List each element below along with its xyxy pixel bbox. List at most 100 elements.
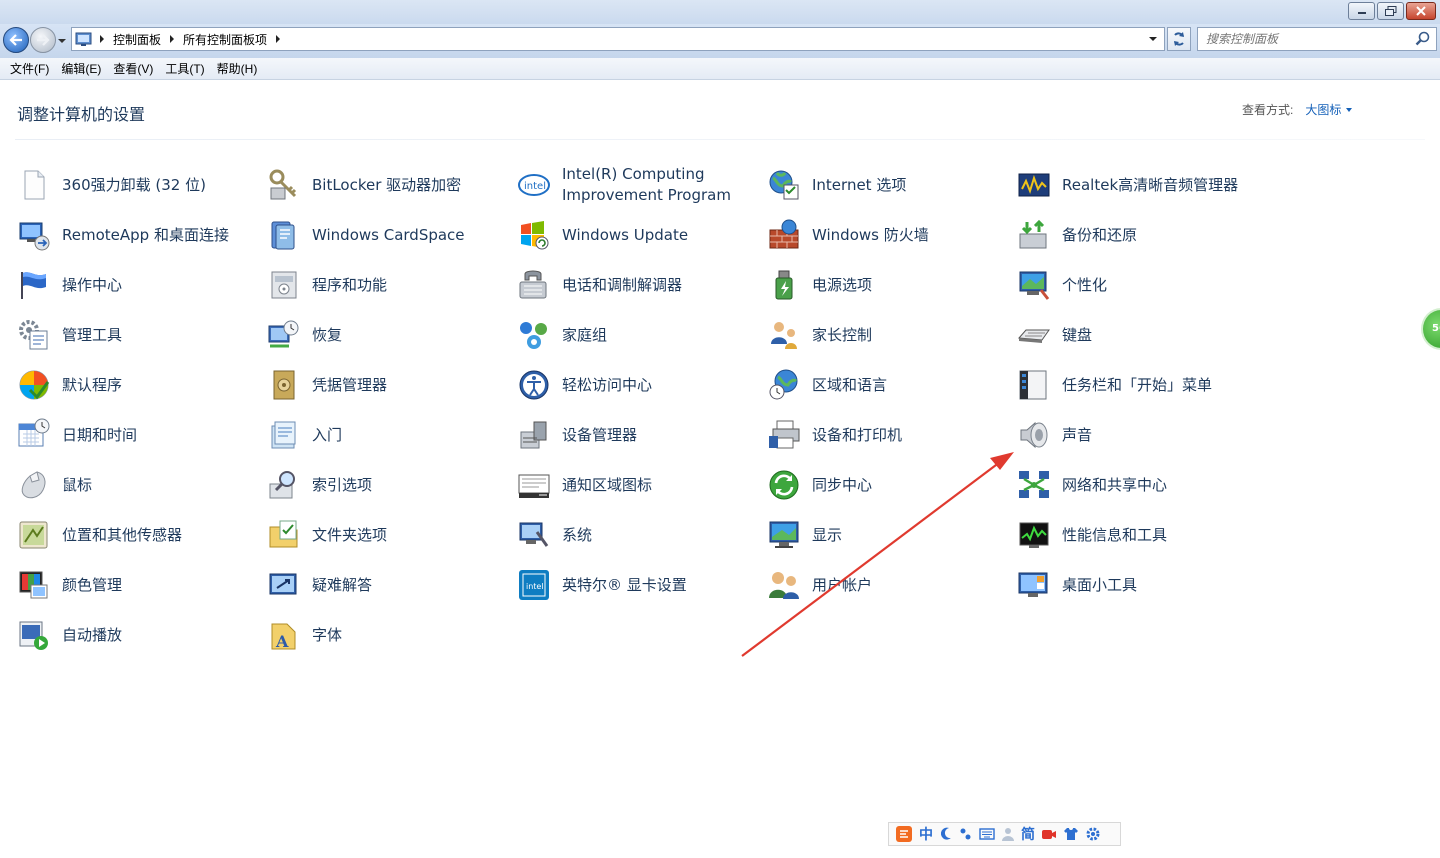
- menu-file[interactable]: 文件(F): [4, 59, 55, 79]
- control-panel-item[interactable]: 桌面小工具: [1000, 565, 1240, 605]
- svg-text:intel: intel: [524, 181, 546, 192]
- control-panel-item-label: 程序和功能: [312, 275, 388, 294]
- control-panel-item-label: 文件夹选项: [312, 525, 388, 544]
- search-input[interactable]: [1198, 29, 1415, 49]
- breadcrumb-control-panel[interactable]: 控制面板: [113, 31, 161, 48]
- moon-icon[interactable]: [939, 826, 953, 842]
- control-panel-item[interactable]: 显示: [750, 515, 990, 555]
- forward-button[interactable]: [30, 27, 56, 53]
- control-panel-item[interactable]: 设备管理器: [500, 415, 740, 455]
- ime-chinese-mode[interactable]: 中: [919, 824, 933, 844]
- recent-pages-dropdown[interactable]: [57, 33, 67, 47]
- chevron-down-icon: [58, 39, 66, 43]
- menu-help[interactable]: 帮助(H): [211, 59, 264, 79]
- breadcrumb-all-items[interactable]: 所有控制面板项: [183, 31, 267, 48]
- control-panel-item[interactable]: 系统: [500, 515, 740, 555]
- control-panel-item[interactable]: 鼠标: [0, 465, 240, 505]
- control-panel-item[interactable]: Windows Update: [500, 215, 740, 255]
- skin-shirt-icon[interactable]: [1063, 827, 1079, 841]
- fonts-folder-icon: A: [267, 618, 301, 652]
- view-by-label: 查看方式:: [1242, 103, 1294, 117]
- control-panel-item[interactable]: 日期和时间: [0, 415, 240, 455]
- menu-edit[interactable]: 编辑(E): [55, 59, 107, 79]
- control-panel-item[interactable]: 用户帐户: [750, 565, 990, 605]
- control-panel-item[interactable]: intel 英特尔® 显卡设置: [500, 565, 740, 605]
- control-panel-item-label: Intel(R) Computing Improvement Program: [562, 165, 731, 204]
- control-panel-item[interactable]: 个性化: [1000, 265, 1240, 305]
- control-panel-item[interactable]: 入门: [250, 415, 490, 455]
- settings-gear-icon[interactable]: [1085, 826, 1101, 842]
- menu-view[interactable]: 查看(V): [107, 59, 159, 79]
- control-panel-item[interactable]: BitLocker 驱动器加密: [250, 165, 490, 205]
- refresh-icon: [1174, 32, 1184, 46]
- breadcrumb-separator-icon: [276, 35, 281, 43]
- control-panel-item[interactable]: 家庭组: [500, 315, 740, 355]
- minimize-button[interactable]: [1348, 2, 1375, 20]
- user-icon[interactable]: [1001, 826, 1015, 842]
- control-panel-item[interactable]: 颜色管理: [0, 565, 240, 605]
- control-panel-item[interactable]: Internet 选项: [750, 165, 990, 205]
- control-panel-item[interactable]: 键盘: [1000, 315, 1240, 355]
- control-panel-item[interactable]: 自动播放: [0, 615, 240, 655]
- minimize-icon: [1357, 12, 1366, 14]
- close-button[interactable]: [1406, 2, 1436, 20]
- control-panel-item[interactable]: Realtek高清晰音频管理器: [1000, 165, 1240, 205]
- svg-text:intel: intel: [526, 582, 544, 591]
- search-box[interactable]: [1197, 27, 1437, 51]
- address-dropdown-icon[interactable]: [1146, 32, 1160, 46]
- control-panel-item[interactable]: 操作中心: [0, 265, 240, 305]
- chevron-down-icon: [1346, 107, 1353, 112]
- search-icon[interactable]: [1415, 31, 1431, 47]
- control-panel-item[interactable]: 360强力卸载 (32 位): [0, 165, 240, 205]
- control-panel-item[interactable]: 电话和调制解调器: [500, 265, 740, 305]
- control-panel-item-label: 恢复: [312, 325, 343, 344]
- control-panel-item[interactable]: 文件夹选项: [250, 515, 490, 555]
- punctuation-icon[interactable]: [959, 826, 973, 842]
- bitlocker-key-icon: [267, 168, 301, 202]
- ime-simplified-mode[interactable]: 简: [1021, 824, 1035, 844]
- keyboard-icon[interactable]: [979, 827, 995, 841]
- control-panel-item[interactable]: Windows CardSpace: [250, 215, 490, 255]
- control-panel-item[interactable]: Windows 防火墙: [750, 215, 990, 255]
- control-panel-item[interactable]: intel Intel(R) Computing Improvement Prog…: [500, 165, 740, 205]
- menu-tools[interactable]: 工具(T): [159, 59, 210, 79]
- control-panel-item[interactable]: 位置和其他传感器: [0, 515, 240, 555]
- refresh-button[interactable]: [1167, 27, 1191, 51]
- control-panel-item[interactable]: 声音: [1000, 415, 1240, 455]
- back-button[interactable]: [3, 27, 29, 53]
- control-panel-item[interactable]: 通知区域图标: [500, 465, 740, 505]
- control-panel-item[interactable]: 轻松访问中心: [500, 365, 740, 405]
- mouse-icon: [17, 468, 51, 502]
- video-icon[interactable]: [1041, 827, 1057, 841]
- control-panel-item[interactable]: 恢复: [250, 315, 490, 355]
- control-panel-item[interactable]: 管理工具: [0, 315, 240, 355]
- taskbar-icon: [1017, 368, 1051, 402]
- control-panel-item[interactable]: 备份和还原: [1000, 215, 1240, 255]
- admin-tools-icon: [17, 318, 51, 352]
- view-by-dropdown[interactable]: 大图标: [1305, 101, 1353, 118]
- control-panel-item-label: Windows Update: [562, 225, 689, 244]
- control-panel-item[interactable]: 网络和共享中心: [1000, 465, 1240, 505]
- control-panel-item[interactable]: 设备和打印机: [750, 415, 990, 455]
- control-panel-item[interactable]: 家长控制: [750, 315, 990, 355]
- control-panel-item[interactable]: 任务栏和「开始」菜单: [1000, 365, 1240, 405]
- control-panel-item[interactable]: 区域和语言: [750, 365, 990, 405]
- control-panel-item[interactable]: 同步中心: [750, 465, 990, 505]
- control-panel-item-label: 设备和打印机: [812, 425, 903, 444]
- control-panel-item[interactable]: 疑难解答: [250, 565, 490, 605]
- control-panel-item[interactable]: 凭据管理器: [250, 365, 490, 405]
- sogou-logo-icon[interactable]: [895, 825, 913, 843]
- control-panel-item[interactable]: 性能信息和工具: [1000, 515, 1240, 555]
- control-panel-item[interactable]: RemoteApp 和桌面连接: [0, 215, 240, 255]
- default-programs-icon: [17, 368, 51, 402]
- control-panel-item[interactable]: 程序和功能: [250, 265, 490, 305]
- control-panel-item[interactable]: 默认程序: [0, 365, 240, 405]
- control-panel-item[interactable]: 索引选项: [250, 465, 490, 505]
- control-panel-item[interactable]: 电源选项: [750, 265, 990, 305]
- window-controls: [1348, 2, 1436, 20]
- restore-button[interactable]: [1377, 2, 1404, 20]
- control-panel-item-label: 操作中心: [62, 275, 123, 294]
- address-bar[interactable]: 控制面板 所有控制面板项: [71, 27, 1165, 51]
- control-panel-item-label: 用户帐户: [812, 575, 873, 594]
- control-panel-item[interactable]: A 字体: [250, 615, 490, 655]
